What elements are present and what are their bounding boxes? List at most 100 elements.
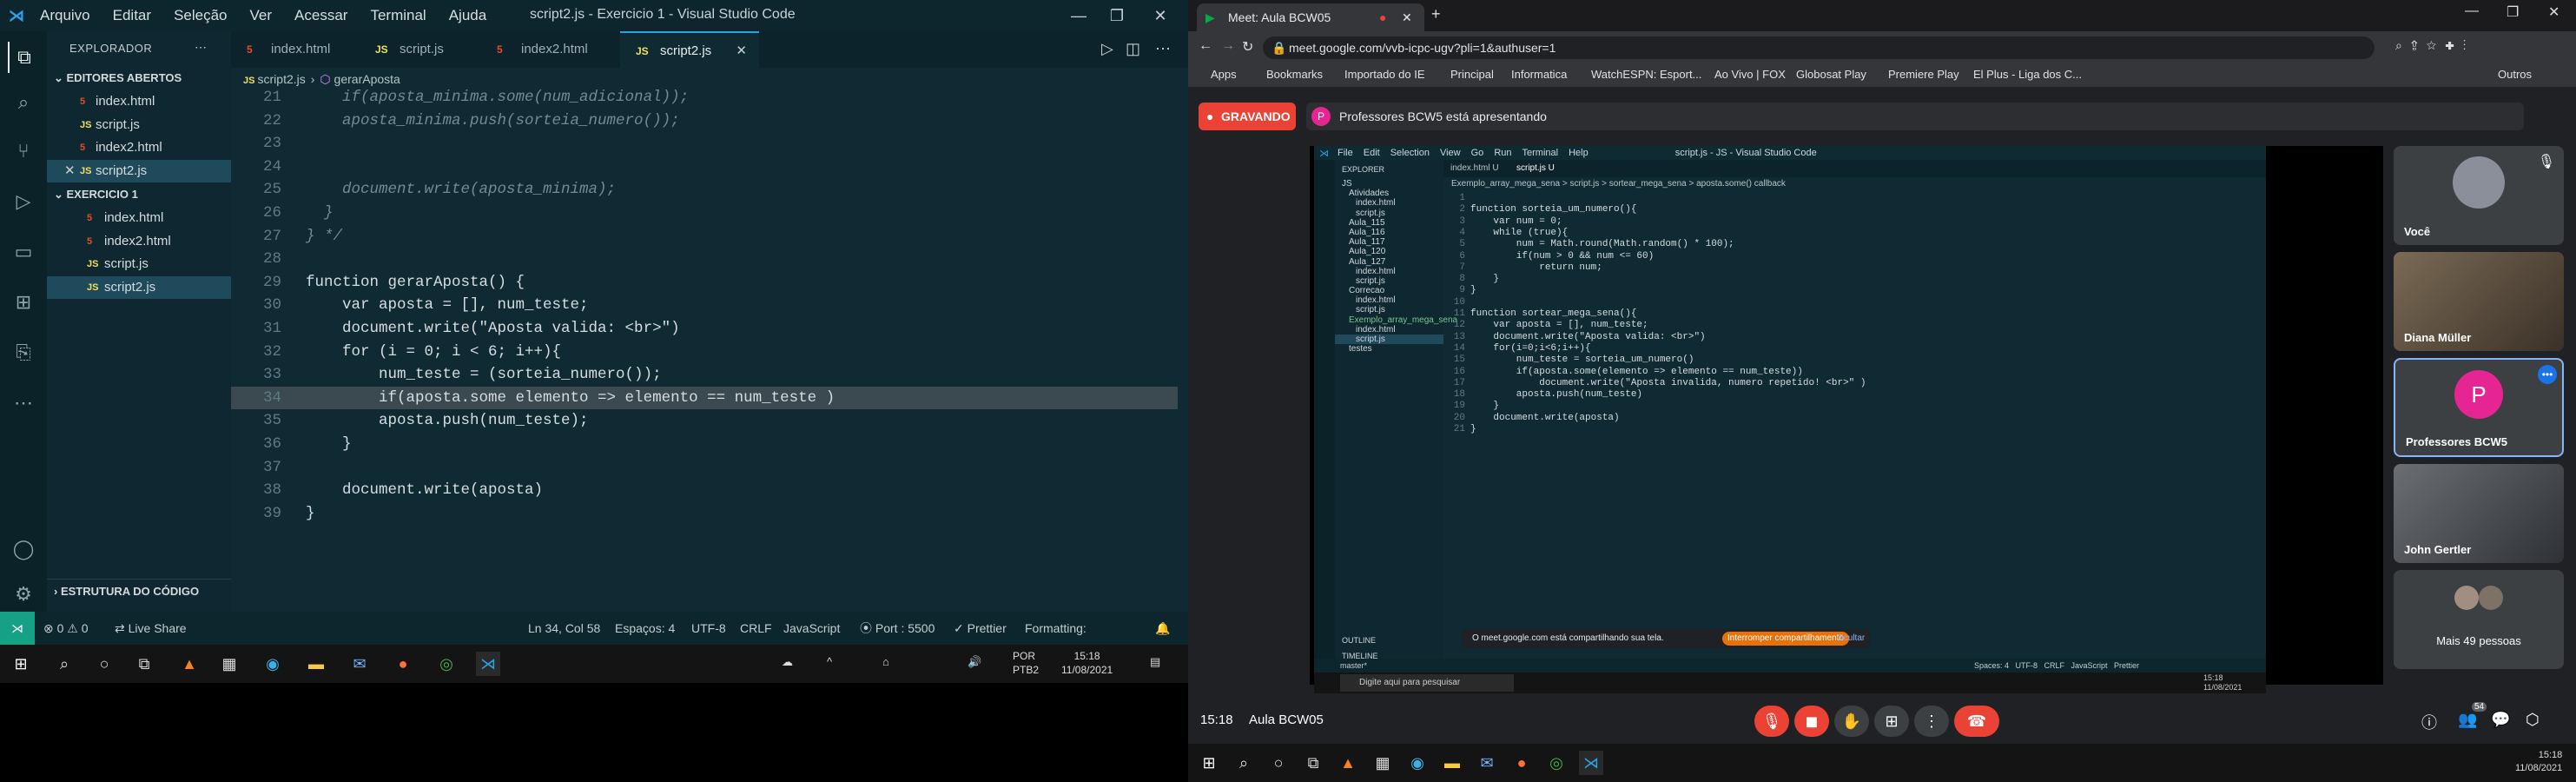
close-tab-icon[interactable]: ✕: [736, 33, 747, 70]
windows-start-icon[interactable]: ⊞: [1197, 751, 1221, 775]
firefox-icon[interactable]: ●: [1509, 751, 1534, 775]
vscode-taskbar-icon[interactable]: ⋊: [1579, 751, 1603, 775]
bookmark-bookmarks[interactable]: Bookmarks: [1266, 63, 1323, 87]
bookmark-apps[interactable]: Apps: [1211, 63, 1237, 87]
stop-sharing-button[interactable]: Interromper compartilhamento: [1722, 632, 1849, 646]
more-actions-icon[interactable]: ⋯: [1155, 40, 1171, 58]
menu-selecao[interactable]: Seleção: [174, 7, 227, 24]
restore-icon[interactable]: ❐: [2507, 3, 2519, 21]
edge-icon[interactable]: ◉: [261, 652, 285, 676]
mail-icon[interactable]: ✉: [347, 652, 372, 676]
participant-tile[interactable]: John Gertler: [2394, 464, 2564, 563]
file-item[interactable]: 5 index2.html: [47, 230, 231, 254]
chevron-up-icon[interactable]: ^: [827, 655, 832, 668]
address-bar[interactable]: 🔒 meet.google.com/vvb-icpc-ugv?pli=1&auth…: [1263, 36, 2375, 59]
bookmark-elplus[interactable]: El Plus - Liga dos C...: [1973, 63, 2082, 87]
tab-script2-js[interactable]: JS script2.js ✕: [620, 31, 759, 68]
live-server-port[interactable]: ⦿ Port : 5500: [860, 612, 935, 645]
more-participants-tile[interactable]: Mais 49 pessoas: [2394, 570, 2564, 669]
file-explorer-icon[interactable]: ▬: [304, 652, 328, 676]
cortana-icon[interactable]: ○: [92, 652, 116, 676]
leave-call-button[interactable]: ☎: [1954, 706, 1999, 737]
language-mode[interactable]: JavaScript: [783, 612, 840, 645]
bookmark-informatica[interactable]: Informatica: [1511, 63, 1567, 87]
menu-ajuda[interactable]: Ajuda: [449, 7, 486, 24]
calculator-icon[interactable]: ▦: [217, 652, 241, 676]
file-item[interactable]: JS script.js: [47, 253, 231, 276]
file-explorer-icon[interactable]: ▬: [1440, 751, 1464, 775]
indentation[interactable]: Espaços: 4: [615, 612, 675, 645]
source-control-icon[interactable]: ⑂: [8, 136, 39, 167]
folder-section[interactable]: ⌄ EXERCICIO 1: [47, 182, 231, 207]
vlc-icon[interactable]: ▲: [1336, 751, 1360, 775]
firefox-icon[interactable]: ●: [391, 652, 415, 676]
activities-icon[interactable]: ⬡: [2526, 711, 2540, 729]
code-editor[interactable]: 21 if(aposta_minima.some(num_adicional))…: [231, 85, 1178, 522]
notifications-icon[interactable]: ▤: [1150, 655, 1160, 669]
split-editor-icon[interactable]: ◫: [1126, 40, 1140, 58]
remote-explorer-icon[interactable]: ▭: [8, 236, 39, 268]
minimize-icon[interactable]: —: [1061, 3, 1096, 28]
star-icon[interactable]: ☆: [2427, 38, 2445, 52]
problems-indicator[interactable]: ⊗ 0 ⚠ 0: [43, 612, 89, 645]
hide-button[interactable]: Ocultar: [1837, 629, 1865, 648]
open-editor-item[interactable]: 5 index2.html: [47, 136, 231, 160]
bookmark-principal[interactable]: Principal: [1450, 63, 1494, 87]
tab-script-js[interactable]: JS script.js: [360, 31, 481, 68]
search-icon[interactable]: ⌕: [52, 652, 76, 676]
minimize-icon[interactable]: —: [2465, 3, 2479, 19]
bookmark-globosat[interactable]: Globosat Play: [1796, 63, 1866, 87]
bell-icon[interactable]: 🔔: [1155, 612, 1170, 645]
task-view-icon[interactable]: ⧉: [132, 652, 156, 676]
participant-tile-presenter[interactable]: P Professores BCW5 •••: [2394, 358, 2564, 457]
close-icon[interactable]: ✕: [1143, 3, 1178, 28]
run-debug-icon[interactable]: ▷: [8, 186, 39, 217]
account-icon[interactable]: ◯: [8, 533, 39, 565]
bookmark-importado[interactable]: Importado do IE: [1344, 63, 1425, 87]
menu-acessar[interactable]: Acessar: [294, 7, 347, 24]
reload-icon[interactable]: ↻: [1242, 38, 1253, 56]
explorer-icon[interactable]: ⧉: [8, 42, 39, 73]
close-tab-icon[interactable]: ✕: [1402, 3, 1412, 31]
puzzle-icon[interactable]: ✚: [2445, 38, 2463, 52]
open-editors-section[interactable]: ⌄ EDITORES ABERTOS: [47, 66, 231, 90]
chrome-icon[interactable]: ◎: [1544, 751, 1569, 775]
network-icon[interactable]: ⌂: [882, 655, 889, 668]
breadcrumb-symbol[interactable]: gerarAposta: [334, 72, 400, 86]
breadcrumb-file[interactable]: script2.js: [258, 72, 306, 86]
menu-ver[interactable]: Ver: [250, 7, 273, 24]
open-editor-item-active[interactable]: ✕ JS script2.js: [47, 159, 231, 182]
back-icon[interactable]: ←: [1199, 38, 1212, 54]
remote-icon[interactable]: ⋊: [0, 612, 35, 645]
mail-icon[interactable]: ✉: [1475, 751, 1499, 775]
encoding[interactable]: UTF-8: [691, 612, 726, 645]
raise-hand-button[interactable]: ✋: [1834, 706, 1869, 737]
formatting[interactable]: Formatting:: [1025, 612, 1087, 645]
bookmark-icon[interactable]: ⎘: [8, 337, 39, 368]
clock[interactable]: 15:18 11/08/2021: [1061, 649, 1113, 677]
edge-icon[interactable]: ◉: [1405, 751, 1430, 775]
restore-icon[interactable]: ❐: [1100, 3, 1134, 28]
prettier[interactable]: ✓ Prettier: [954, 612, 1007, 645]
more-icon[interactable]: ⋯: [8, 388, 39, 419]
participant-tile[interactable]: Você 🎙: [2394, 146, 2564, 245]
menu-editar[interactable]: Editar: [113, 7, 151, 24]
bookmark-premiere[interactable]: Premiere Play: [1888, 63, 1959, 87]
extensions-icon[interactable]: ⊞: [8, 287, 39, 318]
search-icon[interactable]: ⌕: [2395, 38, 2411, 52]
tab-index2-html[interactable]: 5 index2.html: [481, 31, 620, 68]
run-icon[interactable]: ▷: [1101, 40, 1113, 58]
menu-dots-icon[interactable]: ⋮: [2463, 38, 2475, 52]
cursor-position[interactable]: Ln 34, Col 58: [528, 612, 600, 645]
new-tab-icon[interactable]: +: [1431, 5, 1441, 23]
volume-icon[interactable]: 🔊: [968, 655, 981, 669]
present-button[interactable]: ⊞: [1874, 706, 1909, 737]
cloud-icon[interactable]: ☁: [782, 655, 793, 669]
info-icon[interactable]: ⓘ: [2421, 711, 2437, 733]
chrome-icon[interactable]: ◎: [434, 652, 459, 676]
input-language[interactable]: POR PTB2: [1013, 649, 1039, 677]
windows-start-icon[interactable]: ⊞: [9, 652, 33, 676]
clock[interactable]: 15:18 11/08/2021: [2515, 749, 2562, 775]
tab-meet[interactable]: ▶ Meet: Aula BCW05 ● ✕: [1197, 3, 1424, 31]
people-icon[interactable]: 👥: [2458, 711, 2477, 729]
